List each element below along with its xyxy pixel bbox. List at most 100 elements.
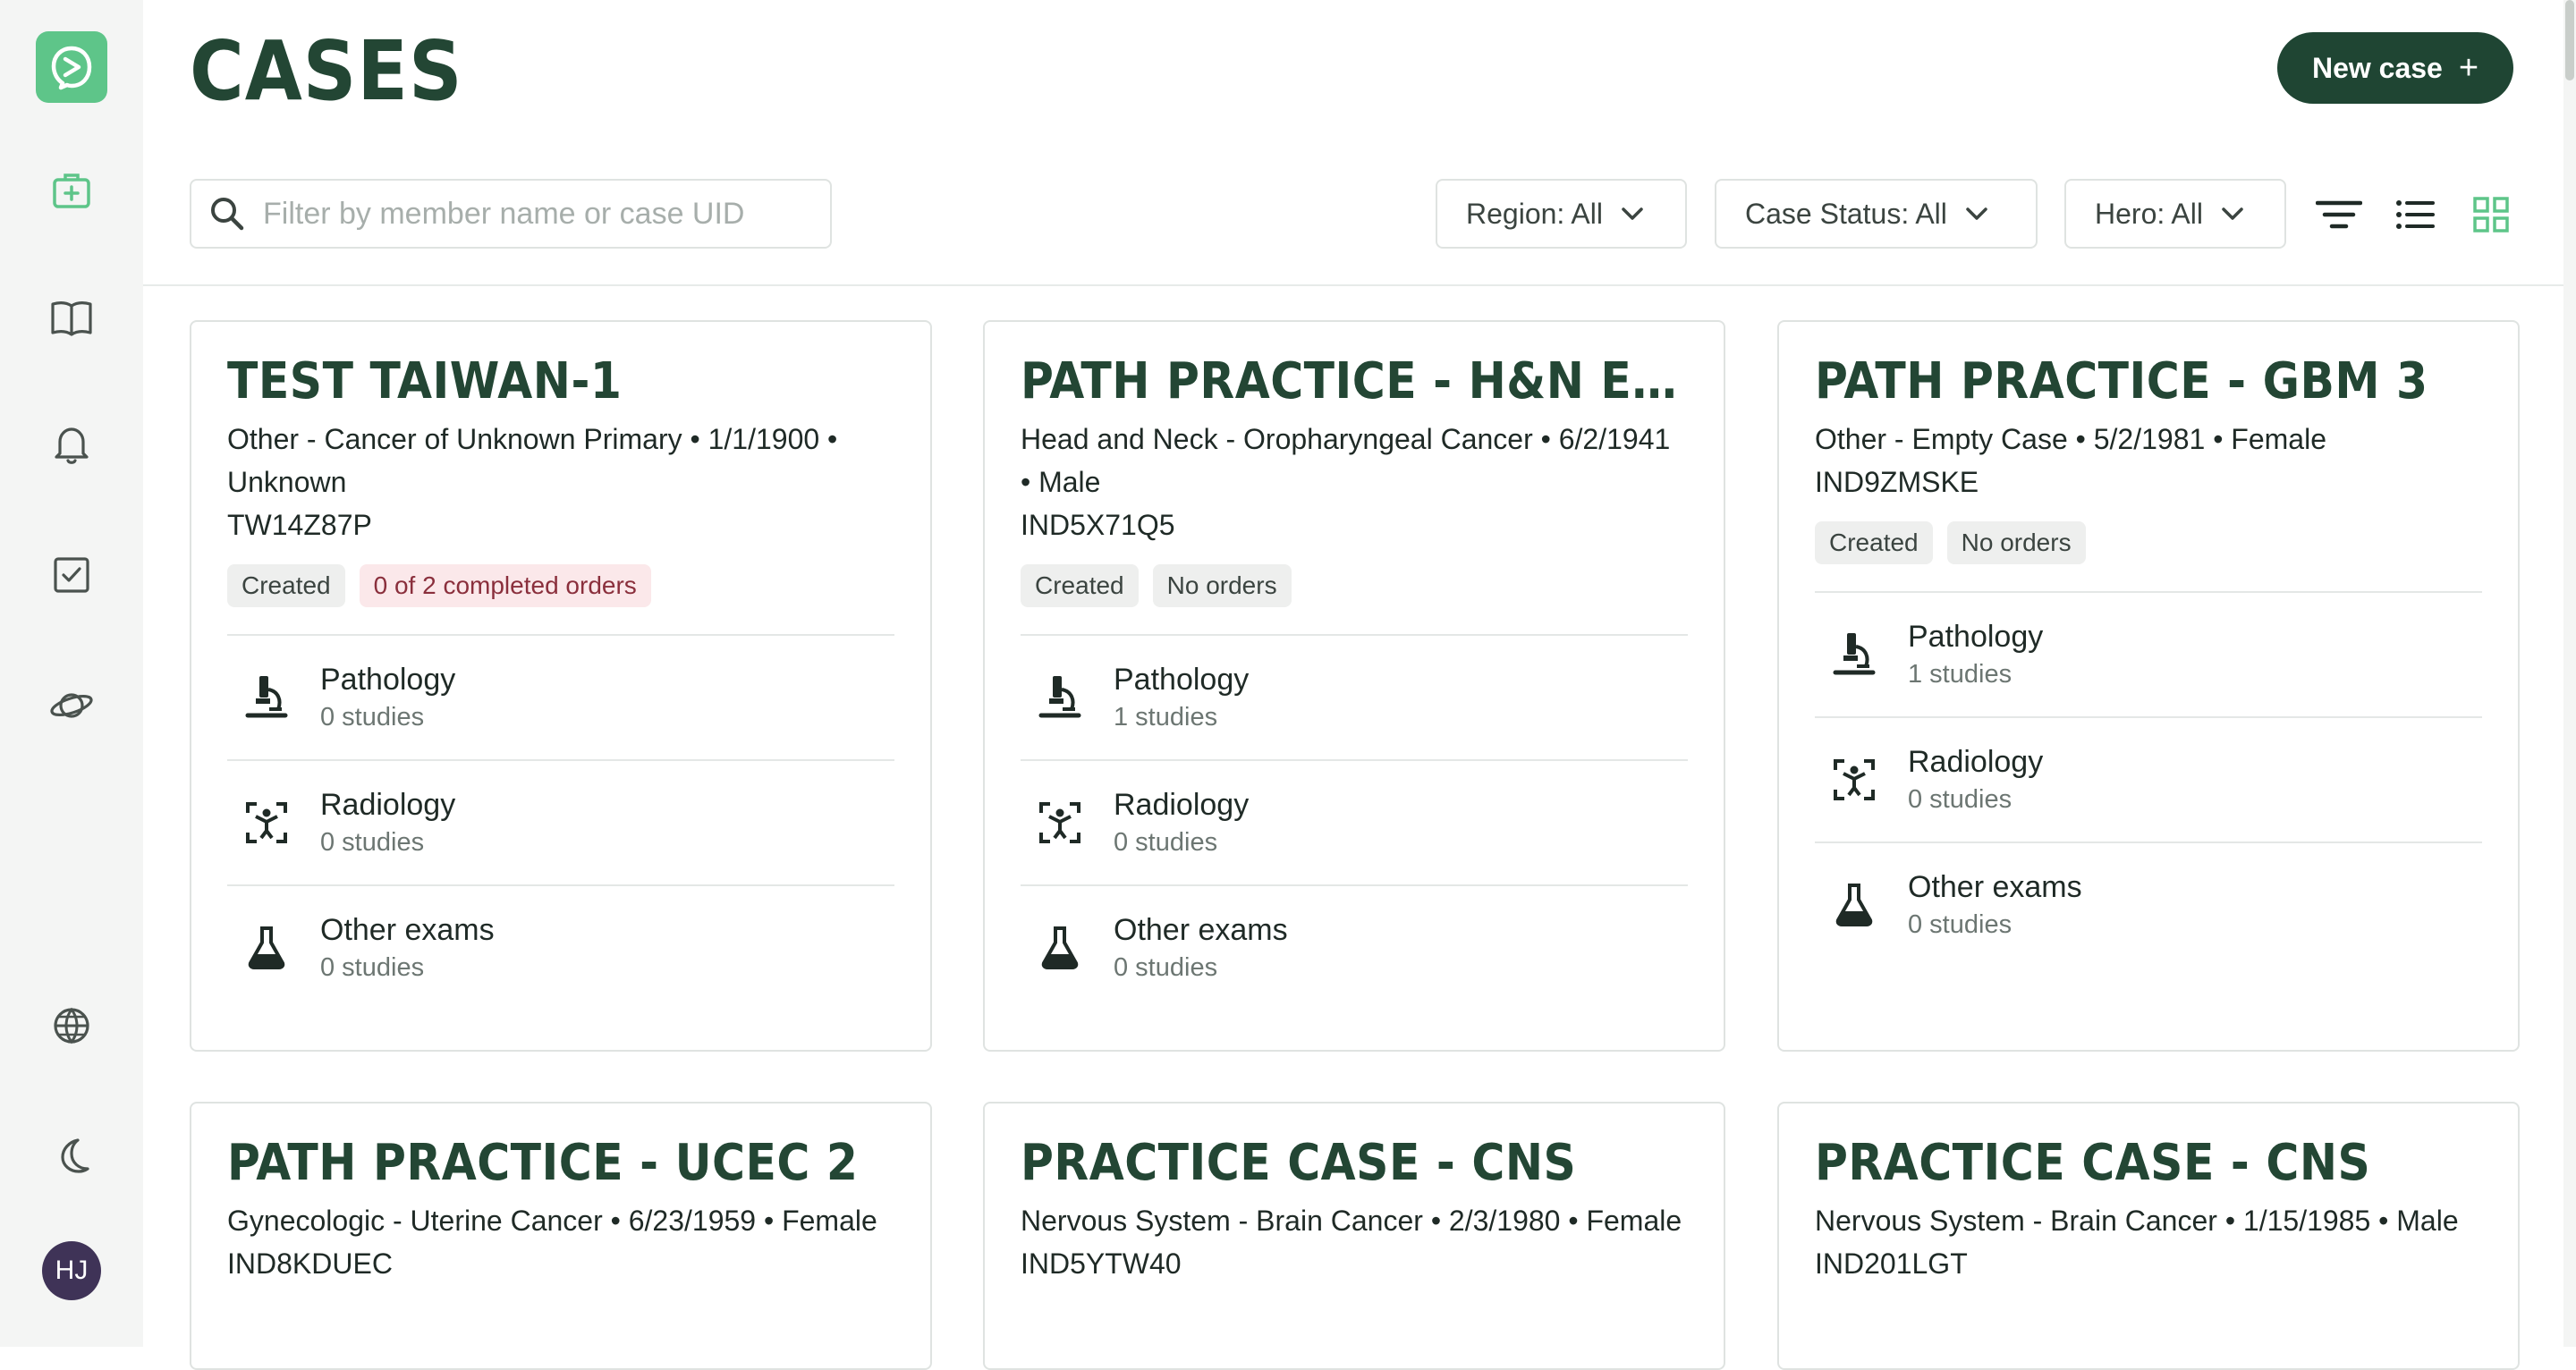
grid-icon [2473, 197, 2509, 233]
microscope-icon [1833, 633, 1876, 675]
scrollbar[interactable] [2563, 0, 2576, 1347]
region-filter-label: Region: All [1466, 197, 1603, 230]
chevron-down-icon [2222, 207, 2243, 220]
category-name: Other exams [1114, 913, 1288, 947]
radiology-row[interactable]: Radiology 0 studies [1815, 718, 2482, 843]
book-icon [51, 301, 92, 336]
sort-filter-button[interactable] [2314, 190, 2364, 240]
category-count: 0 studies [1908, 910, 2012, 939]
tasks-nav-item[interactable] [36, 539, 107, 611]
body-scan-icon [1834, 759, 1875, 800]
case-uid: IND8KDUEC [227, 1247, 393, 1280]
pathology-row[interactable]: Pathology 1 studies [1021, 636, 1688, 761]
radiology-row[interactable]: Radiology 0 studies [1021, 761, 1688, 886]
case-title: PRACTICE CASE - CNS [1021, 1134, 1577, 1192]
moon-icon [61, 1138, 89, 1173]
flask-icon [248, 926, 285, 969]
region-filter-dropdown[interactable]: Region: All [1436, 179, 1687, 249]
case-subtitle: Other - Empty Case • 5/2/1981 • Female [1815, 423, 2326, 455]
case-card[interactable]: PRACTICE CASE - CNS Nervous System - Bra… [983, 1102, 1725, 1370]
case-uid: TW14Z87P [227, 509, 372, 541]
category-count: 0 studies [1114, 953, 1218, 982]
header-divider [143, 284, 2576, 286]
body-scan-icon [1039, 802, 1080, 843]
filter-lines-icon [2316, 200, 2362, 229]
other-exams-row[interactable]: Other exams 0 studies [227, 886, 894, 1010]
grid-view-button[interactable] [2466, 190, 2516, 240]
body-scan-icon [246, 802, 287, 843]
category-count: 0 studies [1908, 785, 2012, 814]
case-title: PATH PRACTICE - H&N EPI... [1021, 352, 1688, 410]
microscope-icon [245, 676, 288, 718]
scroll-thumb[interactable] [2565, 0, 2574, 80]
checkbox-icon [54, 557, 89, 593]
microscope-icon [1038, 676, 1081, 718]
list-icon [2396, 200, 2435, 229]
case-uid: IND201LGT [1815, 1247, 1968, 1280]
flask-icon [1835, 884, 1873, 926]
page-title: CASES [190, 23, 463, 119]
case-title: PATH PRACTICE - UCEC 2 [227, 1134, 859, 1192]
category-name: Radiology [1114, 788, 1250, 822]
case-uid: IND9ZMSKE [1815, 466, 1979, 498]
case-subtitle: Nervous System - Brain Cancer • 1/15/198… [1815, 1205, 2459, 1237]
category-count: 1 studies [1908, 660, 2012, 689]
list-view-button[interactable] [2390, 190, 2440, 240]
case-subtitle: Gynecologic - Uterine Cancer • 6/23/1959… [227, 1205, 877, 1237]
search-input[interactable] [261, 195, 801, 233]
flask-icon [1041, 926, 1079, 969]
plus-icon: + [2458, 49, 2479, 87]
case-title: PRACTICE CASE - CNS [1815, 1134, 2371, 1192]
orders-badge: No orders [1152, 564, 1292, 607]
case-card[interactable]: PATH PRACTICE - GBM 3 Other - Empty Case… [1777, 320, 2520, 1052]
theme-nav-item[interactable] [36, 1120, 107, 1191]
category-name: Radiology [320, 788, 456, 822]
orders-badge: 0 of 2 completed orders [359, 564, 651, 607]
case-status-filter-dropdown[interactable]: Case Status: All [1715, 179, 2038, 249]
other-exams-row[interactable]: Other exams 0 studies [1021, 886, 1688, 1010]
language-nav-item[interactable] [36, 990, 107, 1061]
category-count: 0 studies [320, 953, 425, 982]
pathology-row[interactable]: Pathology 0 studies [227, 636, 894, 761]
case-card[interactable]: PATH PRACTICE - UCEC 2 Gynecologic - Ute… [190, 1102, 932, 1370]
status-badge: Created [1815, 521, 1933, 564]
medical-kit-icon [53, 173, 90, 208]
orders-badge: No orders [1946, 521, 2086, 564]
category-name: Radiology [1908, 745, 2044, 779]
category-name: Other exams [1908, 870, 2082, 904]
explore-nav-item[interactable] [36, 670, 107, 741]
chevron-down-icon [1622, 207, 1643, 220]
case-uid: IND5YTW40 [1021, 1247, 1182, 1280]
library-nav-item[interactable] [36, 282, 107, 353]
case-card[interactable]: TEST TAIWAN-1 Other - Cancer of Unknown … [190, 320, 932, 1052]
category-count: 0 studies [320, 828, 425, 857]
chevron-down-icon [1966, 207, 1987, 220]
avatar[interactable]: HJ [42, 1241, 101, 1300]
other-exams-row[interactable]: Other exams 0 studies [1815, 843, 2482, 967]
case-title: PATH PRACTICE - GBM 3 [1815, 352, 2428, 410]
case-subtitle: Head and Neck - Oropharyngeal Cancer • 6… [1021, 423, 1671, 498]
category-count: 1 studies [1114, 703, 1218, 732]
case-subtitle: Nervous System - Brain Cancer • 2/3/1980… [1021, 1205, 1682, 1237]
globe-icon [54, 1007, 89, 1044]
category-name: Pathology [1908, 620, 2044, 654]
notifications-nav-item[interactable] [36, 409, 107, 480]
radiology-row[interactable]: Radiology 0 studies [227, 761, 894, 886]
search-box[interactable] [190, 179, 832, 249]
search-icon [211, 198, 244, 231]
category-count: 0 studies [320, 703, 425, 732]
bell-icon [55, 427, 89, 464]
hero-filter-label: Hero: All [2095, 197, 2203, 230]
status-badge: Created [227, 564, 345, 607]
app-logo[interactable] [36, 31, 107, 103]
pathology-row[interactable]: Pathology 1 studies [1815, 593, 2482, 718]
planet-icon [50, 693, 93, 718]
new-case-button[interactable]: New case + [2277, 32, 2513, 104]
hero-filter-dropdown[interactable]: Hero: All [2064, 179, 2286, 249]
case-title: TEST TAIWAN-1 [227, 352, 623, 410]
category-name: Pathology [1114, 663, 1250, 697]
case-card[interactable]: PATH PRACTICE - H&N EPI... Head and Neck… [983, 320, 1725, 1052]
logo-icon [51, 46, 92, 90]
cases-nav-item[interactable] [36, 155, 107, 226]
case-card[interactable]: PRACTICE CASE - CNS Nervous System - Bra… [1777, 1102, 2520, 1370]
